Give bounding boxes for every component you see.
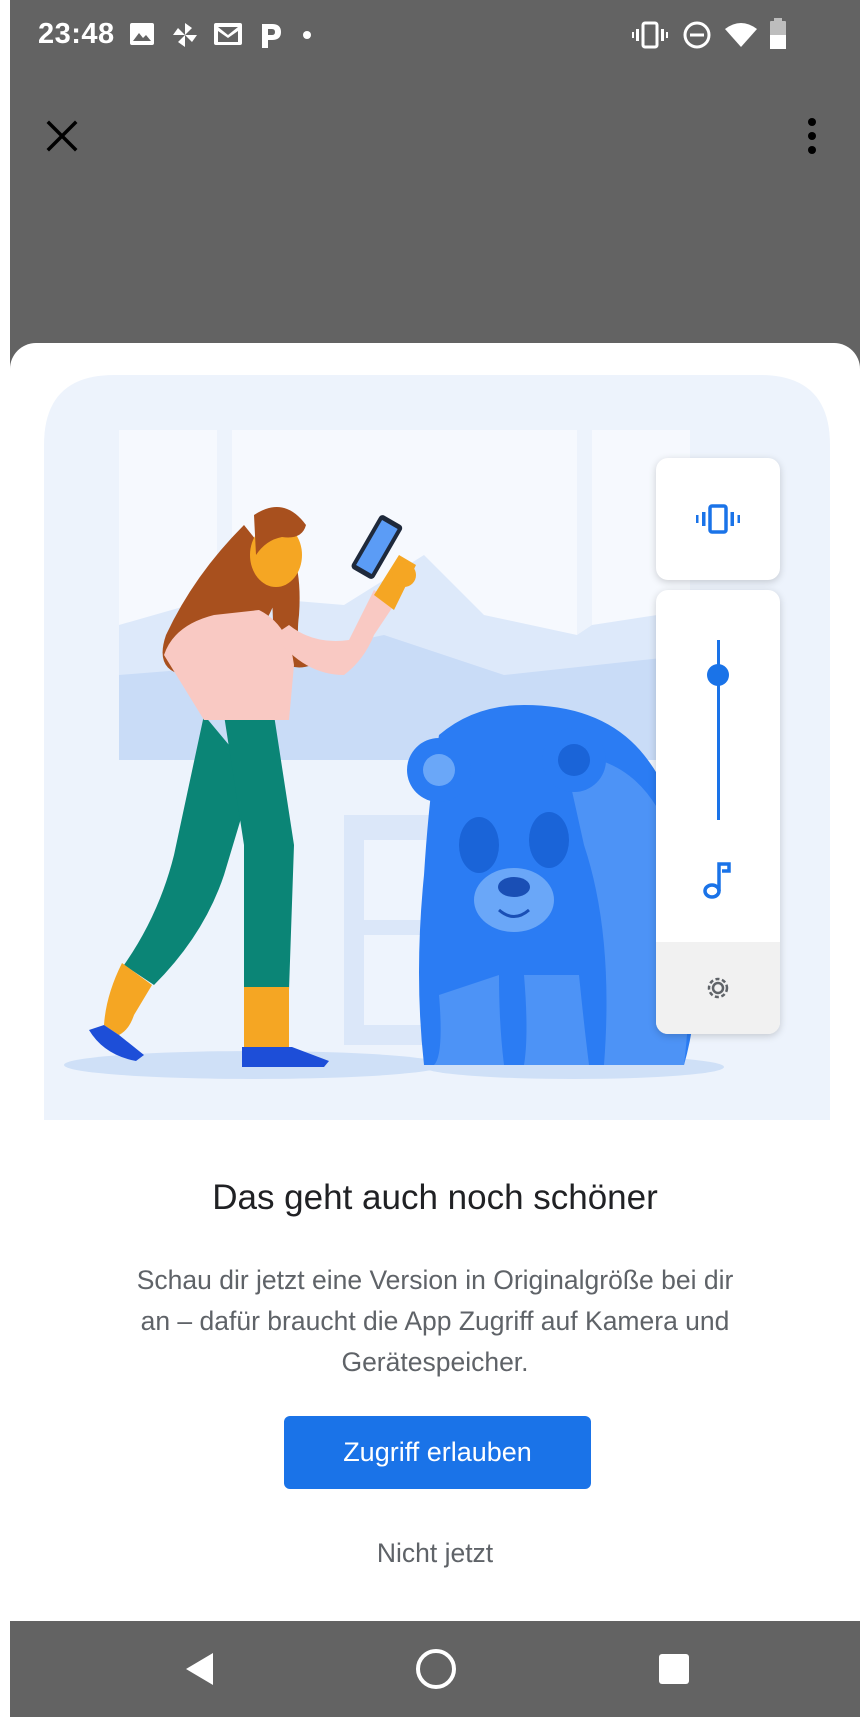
- back-icon: [186, 1653, 213, 1685]
- home-button[interactable]: [406, 1639, 466, 1699]
- wifi-icon: [725, 23, 757, 47]
- p-app-icon: [262, 24, 281, 48]
- app-frame: 23:48 Das geht auch noch schöner Schau d…: [10, 0, 860, 1717]
- close-button[interactable]: [38, 112, 86, 160]
- battery-icon: [770, 18, 786, 49]
- vibrate-icon: [696, 504, 740, 534]
- recents-icon: [659, 1654, 689, 1684]
- volume-slider[interactable]: [707, 640, 729, 820]
- volume-slider-card: [656, 590, 780, 1034]
- music-note-icon: [703, 862, 731, 899]
- status-bar: 23:48: [10, 0, 860, 72]
- sound-settings-button[interactable]: [656, 942, 780, 1034]
- do-not-disturb-icon: [683, 21, 711, 49]
- pinwheel-icon: [173, 23, 197, 47]
- volume-panel: [656, 458, 780, 1034]
- settings-icon: [707, 977, 729, 999]
- permission-sheet: Das geht auch noch schöner Schau dir jet…: [10, 343, 860, 1621]
- close-icon: [46, 120, 78, 152]
- gmail-icon: [214, 23, 242, 45]
- vibrate-icon: [632, 21, 668, 49]
- dialog-title: Das geht auch noch schöner: [212, 1178, 658, 1217]
- notification-dot-icon: [303, 31, 311, 39]
- image-icon: [130, 23, 154, 45]
- navigation-bar: [10, 1621, 860, 1717]
- more-vert-icon: [808, 118, 816, 154]
- volume-slider-thumb[interactable]: [707, 663, 729, 686]
- back-button[interactable]: [170, 1639, 230, 1699]
- home-icon: [416, 1649, 456, 1689]
- allow-access-button[interactable]: Zugriff erlauben: [284, 1416, 591, 1489]
- more-options-button[interactable]: [788, 108, 836, 164]
- status-time: 23:48: [38, 18, 115, 50]
- screen: 23:48 Das geht auch noch schöner Schau d…: [0, 0, 860, 1717]
- recents-button[interactable]: [644, 1639, 704, 1699]
- dialog-body: Schau dir jetzt eine Version in Original…: [136, 1265, 734, 1377]
- not-now-button[interactable]: Nicht jetzt: [335, 1528, 535, 1578]
- ringer-mode-button[interactable]: [656, 458, 780, 580]
